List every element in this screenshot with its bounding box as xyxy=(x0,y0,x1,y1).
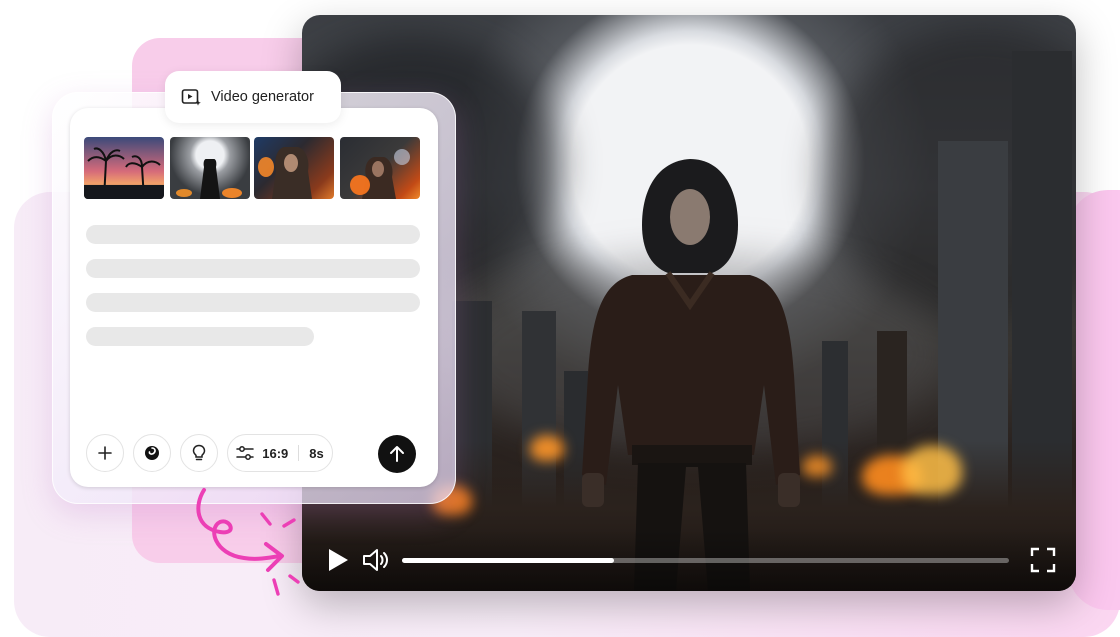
video-progress-bar[interactable] xyxy=(402,558,1009,563)
hooded-warrior-fire-thumbnail[interactable] xyxy=(254,137,334,199)
scribble-arrow-icon xyxy=(196,488,300,596)
video-sparkle-icon xyxy=(181,89,201,106)
duration-value: 8s xyxy=(309,445,324,461)
prompt-skeleton-line xyxy=(86,293,420,312)
fire xyxy=(902,445,962,495)
prompt-skeleton-line xyxy=(86,327,314,346)
video-generator-tab[interactable]: Video generator xyxy=(165,71,341,123)
fire xyxy=(530,435,564,461)
figure-graphic xyxy=(176,159,242,199)
chip-divider xyxy=(298,445,300,461)
prompt-skeleton-line xyxy=(86,259,420,278)
add-button[interactable] xyxy=(86,434,124,472)
style-button[interactable] xyxy=(133,434,171,472)
play-icon xyxy=(329,549,348,571)
video-settings-chip[interactable]: 16:9 8s xyxy=(227,434,333,472)
palm-tree-graphic xyxy=(84,147,164,199)
prompt-skeleton-line xyxy=(86,225,420,244)
send-button[interactable] xyxy=(378,435,416,473)
swirl-icon xyxy=(145,446,159,460)
volume-button[interactable] xyxy=(362,547,390,573)
hooded-figure-moon-thumbnail[interactable] xyxy=(170,137,250,199)
warrior-graphic xyxy=(258,147,312,199)
hooded-figure xyxy=(582,159,800,591)
palm-sunset-thumbnail[interactable] xyxy=(84,137,164,199)
arrow-up-icon xyxy=(390,446,404,462)
fullscreen-icon xyxy=(1030,547,1056,573)
video-generator-tab-label: Video generator xyxy=(211,89,314,105)
sliders-icon xyxy=(236,446,254,460)
warrior-flames-thumbnail[interactable] xyxy=(340,137,420,199)
volume-icon xyxy=(363,549,388,571)
fullscreen-button[interactable] xyxy=(1030,547,1056,573)
idea-button[interactable] xyxy=(180,434,218,472)
plus-icon xyxy=(98,446,112,460)
aspect-ratio-value: 16:9 xyxy=(262,445,289,461)
play-button[interactable] xyxy=(326,547,350,573)
lightbulb-icon xyxy=(192,444,206,461)
warrior-graphic xyxy=(350,149,410,199)
video-progress-fill xyxy=(402,558,615,563)
